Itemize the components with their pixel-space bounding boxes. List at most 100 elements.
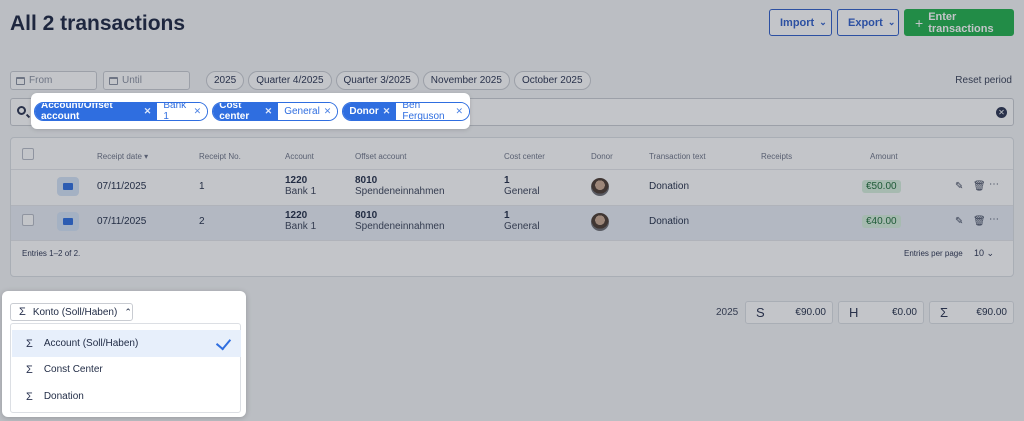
remove-icon[interactable]: ✕ — [194, 106, 202, 117]
offset-number: 8010 — [355, 175, 378, 186]
until-placeholder: Until — [122, 75, 143, 86]
sigma-icon: Σ — [26, 337, 33, 350]
entries-per-page-select[interactable]: 10 ⌄ — [974, 248, 994, 259]
row-offset-account: 8010 Spendeneinnahmen — [355, 210, 445, 232]
receipt-document-icon[interactable] — [57, 177, 79, 196]
option-label: Const Center — [43, 364, 103, 375]
remove-icon[interactable]: ✕ — [324, 106, 332, 117]
grouping-select[interactable]: Σ Konto (Soll/Haben) ⌃ — [10, 303, 133, 321]
delete-icon[interactable]: 🗑 — [973, 181, 986, 192]
filter-donor[interactable]: Donor ✕ Ben Ferguson ✕ — [342, 101, 470, 121]
period-chip-2025[interactable]: 2025 — [206, 71, 245, 90]
column-offset-account[interactable]: Offset account — [355, 152, 406, 161]
period-chip-october-2025[interactable]: October 2025 — [513, 71, 591, 90]
export-label: Export — [848, 16, 883, 29]
page-title: All 2 transactions — [10, 12, 186, 35]
chevron-up-icon: ⌃ — [124, 306, 132, 317]
row-account: 1220 Bank 1 — [285, 175, 316, 197]
edit-icon[interactable]: ✎ — [955, 181, 963, 192]
remove-icon[interactable]: ✕ — [144, 106, 152, 117]
soll-value: €90.00 — [795, 307, 826, 318]
column-receipt-no[interactable]: Receipt No. — [199, 152, 241, 161]
filter-value: Bank 1 ✕ — [157, 101, 208, 121]
total-haben: H €0.00 — [838, 301, 924, 324]
sigma-icon: Σ — [26, 363, 33, 376]
total-sum: Σ €90.00 — [929, 301, 1014, 324]
offset-name: Spendeneinnahmen — [355, 221, 445, 232]
from-date-input[interactable]: From — [10, 71, 97, 90]
period-chips: 2025 Quarter 4/2025 Quarter 3/2025 Novem… — [206, 71, 591, 90]
more-options-icon[interactable]: ⋯ — [989, 214, 999, 225]
import-label: Import — [780, 16, 815, 29]
filter-key: Donor ✕ — [343, 102, 397, 120]
row-account: 1220 Bank 1 — [285, 210, 316, 232]
filter-account[interactable]: Account/Offset account ✕ Bank 1 ✕ — [34, 101, 209, 121]
column-receipts[interactable]: Receipts — [761, 152, 792, 161]
filter-key: Account/Offset account ✕ — [35, 102, 158, 120]
period-chip-november-2025[interactable]: November 2025 — [422, 71, 510, 90]
filter-value: General ✕ — [278, 102, 338, 120]
calendar-icon — [16, 76, 25, 85]
sigma-icon: Σ — [19, 306, 26, 318]
option-label: Account (Soll/Haben) — [43, 338, 139, 349]
cost-center-name: General — [504, 221, 540, 232]
export-button[interactable]: Export ⌄ — [837, 9, 899, 36]
row-receipt-no: 1 — [199, 181, 205, 192]
column-account[interactable]: Account — [285, 152, 314, 161]
chevron-down-icon: ⌄ — [819, 17, 827, 27]
donor-avatar[interactable] — [591, 178, 609, 196]
period-chip-q3-2025[interactable]: Quarter 3/2025 — [335, 71, 419, 90]
chevron-down-icon: ⌄ — [887, 17, 896, 27]
column-receipt-date[interactable]: Receipt date ▾ — [97, 152, 148, 161]
column-amount[interactable]: Amount — [870, 152, 898, 161]
row-transaction-text: Donation — [649, 216, 690, 227]
remove-icon[interactable]: ✕ — [455, 106, 463, 117]
cost-center-name: General — [504, 186, 540, 197]
row-offset-account: 8010 Spendeneinnahmen — [355, 175, 445, 197]
sigma-icon: Σ — [26, 390, 33, 403]
until-date-input[interactable]: Until — [103, 71, 190, 90]
account-name: Bank 1 — [285, 221, 317, 232]
account-number: 1220 — [285, 175, 308, 186]
receipt-document-icon[interactable] — [57, 212, 79, 231]
row-amount: €50.00 — [862, 180, 901, 193]
column-transaction-text[interactable]: Transaction text — [649, 152, 706, 161]
row-checkbox[interactable] — [22, 214, 34, 226]
import-button[interactable]: Import ⌄ — [769, 9, 832, 36]
edit-icon[interactable]: ✎ — [955, 216, 963, 227]
chevron-down-icon: ⌄ — [986, 248, 995, 258]
active-filters: Account/Offset account ✕ Bank 1 ✕ Cost cen… — [31, 93, 470, 129]
filter-value-label: Bank 1 — [163, 101, 187, 121]
remove-icon[interactable]: ✕ — [383, 106, 391, 117]
filter-cost-center[interactable]: Cost center ✕ General ✕ — [212, 101, 339, 121]
entries-per-page-value: 10 — [974, 248, 985, 258]
plus-icon: + — [915, 14, 924, 31]
sum-value: €90.00 — [976, 307, 1007, 318]
filter-key-label: Cost center — [219, 101, 250, 121]
cost-center-number: 1 — [504, 175, 510, 186]
enter-transactions-button[interactable]: + Enter transactions — [904, 9, 1014, 36]
haben-label: H — [849, 305, 859, 320]
grouping-option-donation[interactable]: Σ Donation — [12, 383, 241, 410]
grouping-option-cost-center[interactable]: Σ Const Center — [12, 356, 241, 383]
select-all-checkbox[interactable] — [22, 148, 34, 160]
row-amount: €40.00 — [862, 215, 901, 228]
donor-avatar[interactable] — [591, 213, 609, 231]
filter-value-label: Ben Ferguson — [402, 101, 445, 121]
remove-icon[interactable]: ✕ — [265, 106, 273, 117]
more-options-icon[interactable]: ⋯ — [989, 179, 999, 190]
filter-key: Cost center ✕ — [213, 101, 279, 121]
grouping-option-account[interactable]: Σ Account (Soll/Haben) — [12, 330, 241, 357]
reset-period-link[interactable]: Reset period — [955, 75, 1012, 86]
offset-number: 8010 — [355, 210, 378, 221]
row-cost-center: 1 General — [504, 210, 540, 232]
period-chip-q4-2025[interactable]: Quarter 4/2025 — [248, 71, 332, 90]
column-donor[interactable]: Donor — [591, 152, 613, 161]
delete-icon[interactable]: 🗑 — [973, 216, 986, 227]
clear-search-icon[interactable]: ✕ — [996, 107, 1007, 118]
entries-per-page-label: Entries per page — [904, 249, 963, 258]
soll-label: S — [756, 305, 765, 320]
haben-value: €0.00 — [891, 307, 917, 318]
column-cost-center[interactable]: Cost center — [504, 152, 545, 161]
grouping-menu: Σ Account (Soll/Haben) Σ Const Center Σ … — [10, 323, 241, 413]
